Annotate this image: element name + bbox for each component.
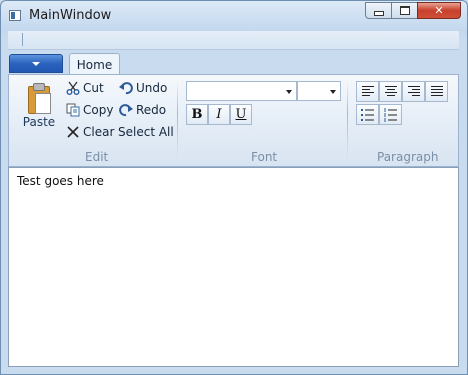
- cut-button[interactable]: Cut: [66, 81, 104, 95]
- paste-label: Paste: [22, 115, 56, 129]
- paragraph-group-label: Paragraph: [377, 150, 439, 164]
- ribbon-panel: Paste Cut Copy Clear Undo Redo Select Al…: [8, 74, 459, 167]
- maximize-icon: [399, 6, 410, 15]
- numbering-icon: [384, 108, 397, 122]
- minimize-button[interactable]: [365, 2, 391, 19]
- group-divider: [347, 81, 348, 161]
- cut-label: Cut: [83, 81, 104, 95]
- copy-label: Copy: [83, 103, 114, 117]
- redo-icon: [119, 103, 133, 117]
- italic-button[interactable]: I: [208, 104, 230, 125]
- title-bar[interactable]: MainWindow ✕: [1, 1, 467, 31]
- copy-button[interactable]: Copy: [66, 103, 113, 117]
- main-window: MainWindow ✕ Home Paste Cut Copy Clear U…: [0, 0, 468, 375]
- bold-button[interactable]: B: [186, 104, 208, 125]
- window-title: MainWindow: [29, 8, 112, 23]
- app-icon[interactable]: [9, 10, 21, 21]
- cut-icon: [66, 81, 80, 95]
- paste-button[interactable]: Paste: [19, 83, 59, 129]
- group-divider: [177, 81, 178, 161]
- redo-button[interactable]: Redo: [119, 103, 166, 117]
- clear-icon: [66, 125, 80, 139]
- clear-label: Clear: [83, 125, 115, 139]
- rich-text-editor[interactable]: Test goes here: [8, 167, 459, 367]
- align-center-button[interactable]: [379, 81, 402, 102]
- tab-home[interactable]: Home: [69, 53, 120, 75]
- paste-icon: [28, 83, 51, 114]
- align-left-icon: [362, 86, 374, 98]
- copy-icon: [66, 103, 80, 117]
- maximize-button[interactable]: [391, 2, 417, 19]
- align-center-icon: [385, 86, 397, 98]
- edit-group-label: Edit: [85, 150, 109, 164]
- close-button[interactable]: ✕: [417, 2, 461, 19]
- ribbon: Home Paste Cut Copy Clear Undo Redo Sele…: [8, 50, 459, 167]
- font-family-combobox[interactable]: [186, 81, 297, 101]
- undo-button[interactable]: Undo: [119, 81, 167, 95]
- toolbar-divider: [22, 33, 23, 46]
- close-icon: ✕: [434, 4, 444, 17]
- editor-content: Test goes here: [17, 174, 104, 188]
- font-size-combobox[interactable]: [297, 81, 341, 101]
- bullets-button[interactable]: [356, 104, 379, 125]
- quick-access-toolbar: [8, 31, 459, 50]
- underline-button[interactable]: U: [230, 104, 252, 125]
- dropdown-arrow-icon: [330, 90, 336, 94]
- dropdown-arrow-icon: [286, 90, 292, 94]
- dropdown-arrow-icon: [32, 61, 40, 66]
- justify-button[interactable]: [425, 81, 448, 102]
- align-right-button[interactable]: [402, 81, 425, 102]
- redo-label: Redo: [136, 103, 167, 117]
- bullets-icon: [361, 109, 374, 121]
- application-menu-button[interactable]: [9, 54, 63, 73]
- minimize-icon: [373, 11, 384, 16]
- align-left-button[interactable]: [356, 81, 379, 102]
- clear-button[interactable]: Clear: [66, 125, 114, 139]
- undo-label: Undo: [136, 81, 168, 95]
- justify-icon: [431, 86, 443, 98]
- align-right-icon: [408, 86, 420, 98]
- select-all-button[interactable]: Select All: [118, 125, 174, 139]
- select-all-label: Select All: [118, 125, 174, 139]
- font-group-label: Font: [251, 150, 278, 164]
- numbering-button[interactable]: [379, 104, 402, 125]
- undo-icon: [119, 81, 133, 95]
